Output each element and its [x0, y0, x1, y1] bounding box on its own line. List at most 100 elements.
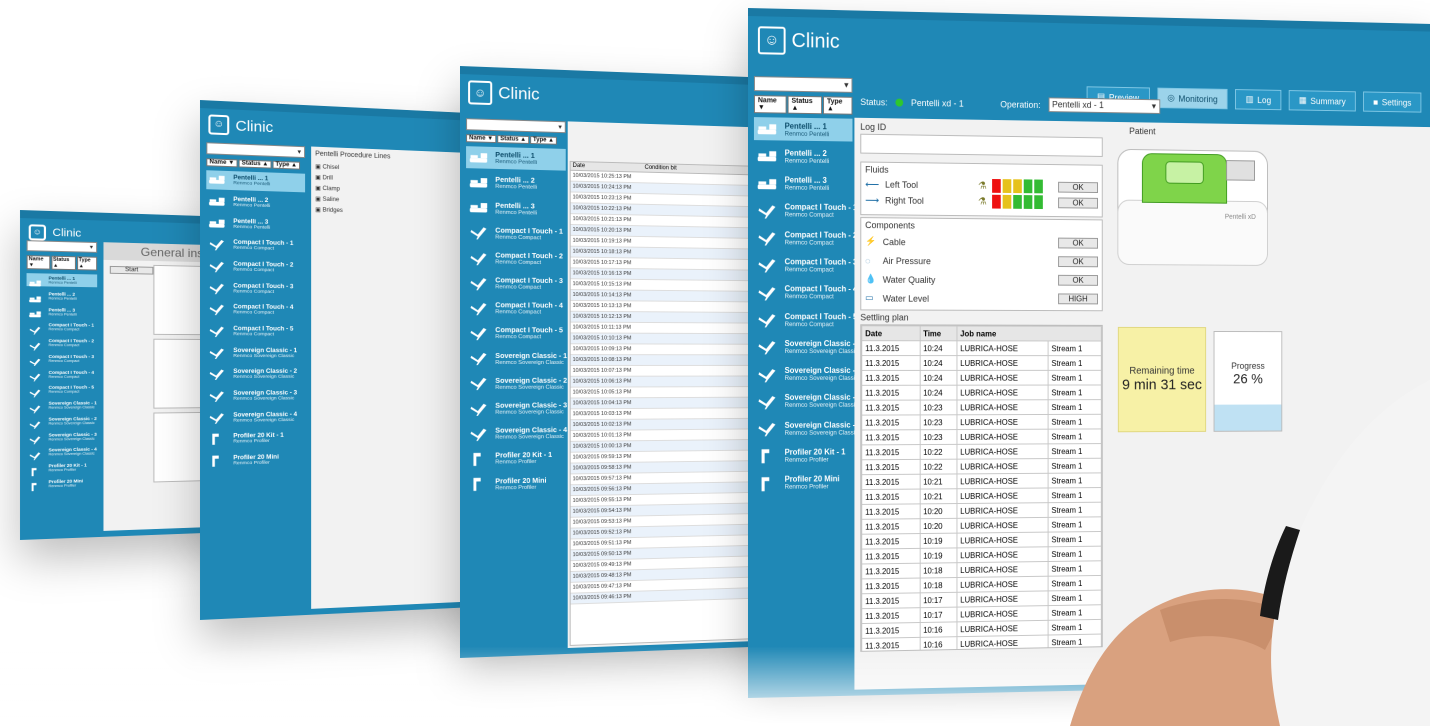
sidebar-item-device[interactable]: Sovereign Classic - 3 Renmco Sovereign Cl… [466, 397, 567, 419]
table-cell: 11.3.2015 [861, 459, 920, 475]
sidebar-item-device[interactable]: Profiler 20 Mini Renmco Profiler [466, 472, 566, 495]
sort-status-button[interactable]: Status ▲ [497, 135, 530, 144]
sort-status-button[interactable]: Status ▲ [238, 159, 272, 169]
monitoring-button[interactable]: ◎ Monitoring [1157, 87, 1228, 110]
sidebar-item-device[interactable]: Pentelli ... 3 Renmco Pentelli [754, 172, 853, 196]
sidebar-item-device[interactable]: Pentelli ... 3 Renmco Pentelli [466, 196, 566, 219]
sidebar-item-device[interactable]: Compact I Touch - 4 Renmco Compact [206, 300, 305, 319]
profiler-icon [28, 479, 42, 492]
sidebar-item-device[interactable]: Pentelli ... 3 Renmco Pentelli [206, 213, 305, 234]
sidebar-item-device[interactable]: Sovereign Classic - 3 Renmco Sovereign Cl… [206, 386, 305, 405]
history-row[interactable]: 10/03/2015 10:06:13 PM [570, 376, 774, 388]
sidebar-item-device[interactable]: Compact I Touch - 5 Renmco Compact [27, 383, 98, 398]
sort-name-button[interactable]: Name ▼ [26, 255, 50, 270]
sidebar-item-device[interactable]: Sovereign Classic - 4 Renmco Sovereign Cl… [466, 422, 567, 444]
sidebar-item-device[interactable]: Sovereign Classic - 4 Renmco Sovereign Cl… [206, 407, 305, 426]
summary-button[interactable]: ▦ Summary [1288, 90, 1356, 112]
sort-type-button[interactable]: Type ▲ [76, 256, 98, 271]
sidebar-item-device[interactable]: Sovereign Classic - 2 Renmco Sovereign Cl… [27, 414, 98, 429]
table-row[interactable]: 11.3.2015 10:24 LUBRICA-HOSE Stream 1 [861, 340, 1102, 356]
clinic-selector[interactable]: ▾ [753, 76, 853, 93]
sidebar-item-device[interactable]: Compact I Touch - 4 Renmco Compact [466, 297, 566, 319]
sidebar-item-device[interactable]: Sovereign Classic - 2 Renmco Sovereign Cl… [466, 372, 568, 394]
sidebar-item-device[interactable]: Compact I Touch - 2 Renmco Compact [27, 336, 98, 351]
sort-name-button[interactable]: Name ▼ [466, 134, 497, 144]
sidebar-item-device[interactable]: Sovereign Classic - 1 Renmco Sovereign Cl… [466, 347, 567, 369]
sidebar-item-device[interactable]: Compact I Touch - 4 Renmco Compact [27, 367, 98, 382]
log-time-header: Time [919, 325, 957, 341]
sidebar-item-device[interactable]: Compact I Touch - 2 Renmco Compact [466, 247, 566, 270]
sort-name-button[interactable]: Name ▼ [753, 95, 787, 114]
sidebar-item-device[interactable]: Sovereign Classic - 3 Renmco Sovereign Cl… [27, 429, 98, 445]
sidebar-item-device[interactable]: Pentelli ... 1 Renmco Pentelli [206, 170, 306, 192]
sidebar-item-device[interactable]: Profiler 20 Mini Renmco Profiler [206, 450, 305, 470]
sidebar-item-device[interactable]: Compact I Touch - 3 Renmco Compact [206, 278, 305, 298]
history-row[interactable]: 10/03/2015 10:10:13 PM [570, 333, 774, 345]
sidebar-item-device[interactable]: Compact I Touch - 3 Renmco Compact [466, 272, 566, 294]
clinic-selector[interactable]: ▾ [26, 240, 98, 253]
sidebar-item-device[interactable]: Pentelli ... 1 Renmco Pentelli [26, 273, 98, 288]
sidebar-item-device[interactable]: Profiler 20 Kit - 1 Renmco Profiler [27, 460, 98, 476]
history-date: 10/03/2015 10:23:13 PM [572, 194, 632, 202]
start-button[interactable]: Start [109, 265, 154, 275]
history-row[interactable]: 10/03/2015 10:08:13 PM [570, 355, 774, 366]
history-row[interactable]: 10/03/2015 10:11:13 PM [570, 322, 774, 335]
sidebar-item-device[interactable]: Compact I Touch - 4 Renmco Compact [754, 281, 857, 305]
sidebar-item-device[interactable]: Compact I Touch - 2 Renmco Compact [754, 226, 857, 250]
sidebar-item-device[interactable]: Sovereign Classic - 1 Renmco Sovereign Cl… [754, 335, 862, 358]
table-cell: 10:23 [919, 399, 957, 415]
sidebar-item-device[interactable]: Pentelli ... 1 Renmco Pentelli [466, 146, 566, 171]
sidebar-item-device[interactable]: Sovereign Classic - 4 Renmco Sovereign Cl… [27, 445, 98, 461]
history-date: 10/03/2015 10:08:13 PM [572, 357, 632, 363]
sort-type-button[interactable]: Type ▲ [530, 136, 557, 145]
sidebar-item-device[interactable]: Sovereign Classic - 2 Renmco Sovereign Cl… [754, 362, 862, 385]
sidebar-item-device[interactable]: Pentelli ... 2 Renmco Pentelli [206, 192, 305, 213]
sidebar-item-device[interactable]: Compact I Touch - 3 Renmco Compact [754, 253, 857, 277]
operation-select[interactable]: Pentelli xd - 1 ▾ [1048, 97, 1160, 114]
clinic-selector[interactable]: ▾ [206, 142, 306, 159]
sidebar-item-device[interactable]: Pentelli ... 3 Renmco Pentelli [27, 305, 98, 319]
table-cell: 10:23 [919, 429, 957, 445]
sort-type-button[interactable]: Type ▲ [272, 160, 301, 170]
sidebar-item-device[interactable]: Pentelli ... 2 Renmco Pentelli [27, 289, 98, 303]
sidebar-item-device[interactable]: Sovereign Classic - 2 Renmco Sovereign Cl… [206, 365, 305, 384]
sort-name-button[interactable]: Name ▼ [206, 158, 238, 168]
sidebar-item-device[interactable]: Profiler 20 Mini Renmco Profiler [754, 471, 853, 495]
sort-status-button[interactable]: Status ▲ [50, 255, 76, 271]
sort-type-button[interactable]: Type ▲ [823, 96, 853, 115]
device-name: Sovereign Classic - 2 [495, 375, 568, 385]
sort-status-button[interactable]: Status ▲ [787, 95, 823, 115]
sidebar-item-device[interactable]: Compact I Touch - 5 Renmco Compact [466, 322, 566, 344]
sidebar-item-device[interactable]: Profiler 20 Mini Renmco Profiler [27, 476, 98, 492]
clinic-selector[interactable]: ▾ [466, 118, 566, 134]
device-subtitle: Renmco Sovereign Classic [233, 374, 295, 381]
sidebar-item-device[interactable]: Compact I Touch - 3 Renmco Compact [27, 352, 98, 367]
log-button[interactable]: ▥ Log [1235, 89, 1282, 111]
sidebar-item-device[interactable]: Pentelli ... 2 Renmco Pentelli [754, 144, 853, 169]
table-row[interactable]: 11.3.2015 10:24 LUBRICA-HOSE Stream 1 [861, 355, 1102, 371]
sidebar-item-device[interactable]: Compact I Touch - 1 Renmco Compact [206, 235, 305, 256]
history-row[interactable]: 10/03/2015 10:09:13 PM [570, 344, 774, 356]
sidebar-item-device[interactable]: Sovereign Classic - 4 Renmco Sovereign Cl… [754, 417, 862, 441]
settings-button[interactable]: ■ Settings [1363, 91, 1422, 113]
sidebar-item-device[interactable]: Sovereign Classic - 3 Renmco Sovereign Cl… [754, 389, 862, 413]
sidebar-item-device[interactable]: Pentelli ... 1 Renmco Pentelli [753, 117, 853, 142]
sidebar-item-device[interactable]: Compact I Touch - 2 Renmco Compact [206, 257, 305, 277]
sidebar-item-device[interactable]: Pentelli ... 2 Renmco Pentelli [466, 171, 566, 195]
device-subtitle: Renmco Compact [495, 334, 542, 341]
sidebar-item-device[interactable]: Compact I Touch - 1 Renmco Compact [27, 320, 98, 335]
sidebar-item-device[interactable]: Sovereign Classic - 1 Renmco Sovereign Cl… [206, 343, 305, 362]
device-list: Pentelli ... 1 Renmco Pentelli Pentelli ..… [753, 117, 862, 495]
sidebar-item-device[interactable]: Sovereign Classic - 1 Renmco Sovereign Cl… [27, 398, 98, 414]
sidebar-item-device[interactable]: Compact I Touch - 5 Renmco Compact [754, 308, 857, 332]
sidebar-item-device[interactable]: Profiler 20 Kit - 1 Renmco Profiler [754, 444, 853, 468]
dental-chair-icon [469, 149, 489, 165]
dental-chair-icon [209, 216, 227, 230]
sidebar-item-device[interactable]: Profiler 20 Kit - 1 Renmco Profiler [466, 447, 566, 470]
sidebar-item-device[interactable]: Compact I Touch - 1 Renmco Compact [754, 199, 857, 223]
sidebar-item-device[interactable]: Profiler 20 Kit - 1 Renmco Profiler [206, 429, 305, 449]
sidebar-item-device[interactable]: Compact I Touch - 1 Renmco Compact [466, 222, 566, 245]
sidebar-item-device[interactable]: Compact I Touch - 5 Renmco Compact [206, 322, 305, 341]
log-id-field[interactable] [860, 133, 1103, 157]
history-row[interactable]: 10/03/2015 10:07:13 PM [570, 365, 774, 377]
